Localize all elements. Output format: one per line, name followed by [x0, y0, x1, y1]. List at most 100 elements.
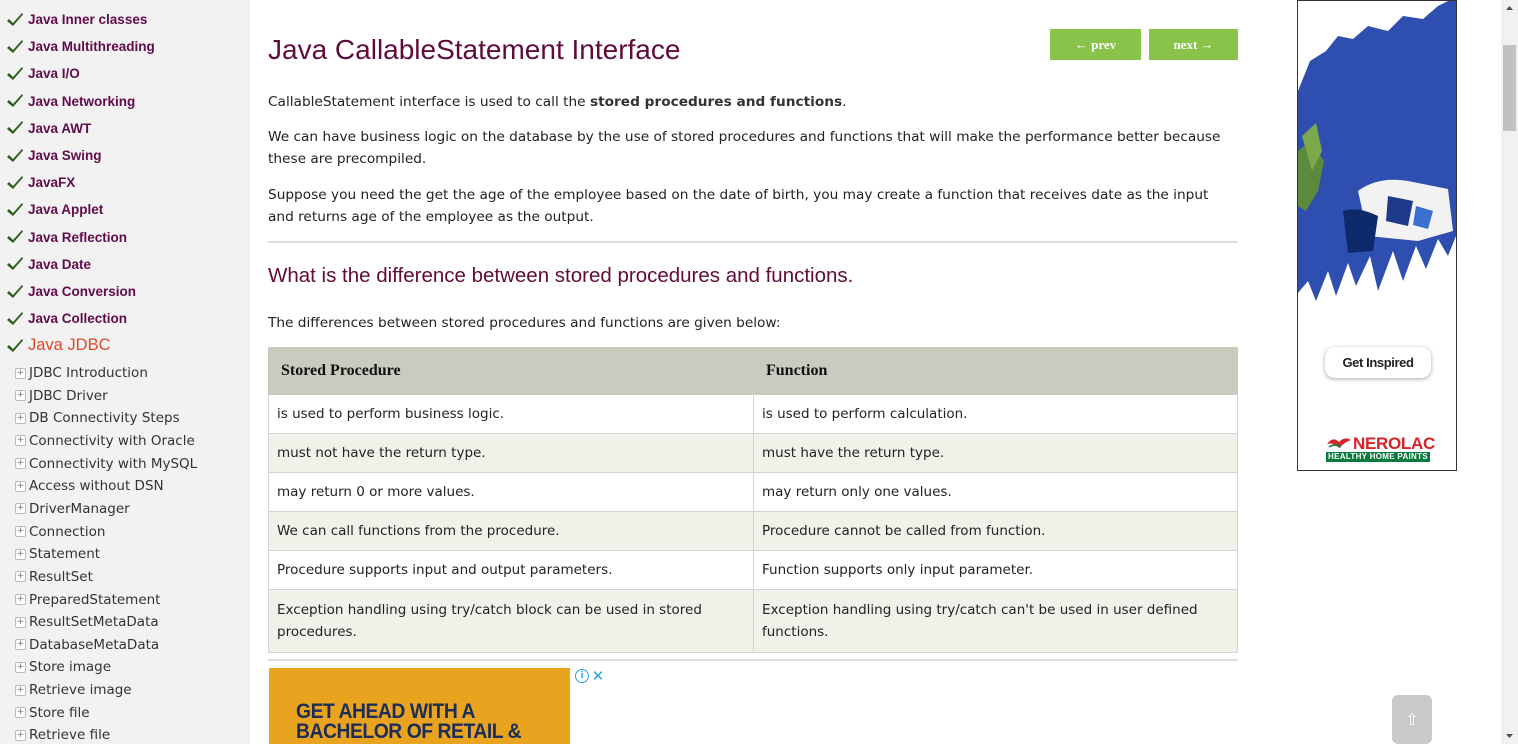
sidebar-item-label: Statement [29, 546, 101, 563]
section-intro: The differences between stored procedure… [268, 315, 781, 331]
table-cell: Function supports only input parameter. [753, 550, 1238, 590]
sidebar-item-label: PreparedStatement [29, 591, 161, 608]
sidebar-topic-java-collection[interactable]: Java Collection [6, 305, 127, 332]
table-row: Exception handling using try/catch block… [268, 589, 1238, 653]
sidebar-topic-label: Java I/O [28, 66, 80, 82]
checkmark-icon [6, 311, 24, 327]
checkmark-icon [6, 93, 24, 109]
table-cell: Procedure cannot be called from function… [753, 511, 1238, 551]
divider [268, 241, 1238, 243]
sidebar-topic-java-applet[interactable]: Java Applet [6, 196, 103, 223]
scroll-up-arrow-icon[interactable] [1501, 0, 1518, 17]
sidebar-topic-java-swing[interactable]: Java Swing [6, 142, 102, 169]
ad-info-icon[interactable]: i [575, 669, 589, 683]
sidebar-item-store-file[interactable]: + Store file [15, 702, 90, 724]
intro-end: . [842, 94, 847, 110]
expand-icon: + [15, 707, 26, 719]
scroll-to-top-button[interactable]: ⇧ [1392, 695, 1432, 744]
expand-icon: + [15, 729, 26, 741]
divider [268, 659, 1238, 661]
expand-icon: + [15, 367, 26, 379]
sidebar-item-retrieve-file[interactable]: + Retrieve file [15, 724, 110, 744]
sidebar-topic-java-date[interactable]: Java Date [6, 251, 91, 278]
expand-icon: + [15, 526, 26, 538]
nerolac-logo: NEROLAC HEALTHY HOME PAINTS [1325, 434, 1435, 464]
checkmark-icon [6, 338, 24, 354]
table-cell: is used to perform calculation. [753, 394, 1238, 434]
expand-icon: + [15, 458, 26, 470]
sidebar-topic-label: Java Networking [28, 93, 136, 109]
sidebar-topic-java-awt[interactable]: Java AWT [6, 115, 91, 142]
sidebar-item-store-image[interactable]: + Store image [15, 656, 111, 678]
sidebar-topic-java-networking[interactable]: Java Networking [6, 88, 135, 115]
page-title: Java CallableStatement Interface [268, 34, 681, 65]
sidebar-topic-java-inner-classes[interactable]: Java Inner classes [6, 6, 147, 33]
sidebar-item-retrieve-image[interactable]: + Retrieve image [15, 679, 132, 701]
right-ad-banner[interactable]: Get Inspired NEROLAC HEALTHY HOME PAINTS [1297, 0, 1457, 471]
table-header-function: Function [753, 347, 1238, 395]
sidebar-item-label: JDBC Introduction [29, 365, 148, 381]
expand-icon: + [15, 571, 26, 583]
sidebar-topic-label: Java Multithreading [28, 39, 155, 55]
table-cell: Exception handling using try/catch can't… [753, 589, 1238, 653]
scrollbar-thumb[interactable] [1503, 45, 1516, 131]
sidebar-item-connectivity-with-mysql[interactable]: + Connectivity with MySQL [15, 453, 197, 475]
prev-button[interactable]: ← prev [1050, 29, 1141, 60]
table-cell: We can call functions from the procedure… [268, 511, 754, 551]
bottom-ad-line2: BACHELOR OF RETAIL & [296, 720, 522, 743]
scroll-down-arrow-icon[interactable] [1501, 727, 1518, 744]
sidebar-topic-label: Java Reflection [28, 229, 128, 245]
expand-icon: + [15, 390, 26, 402]
sidebar-item-label: DatabaseMetaData [29, 636, 160, 653]
table-cell: must not have the return type. [268, 433, 754, 473]
checkmark-icon [6, 120, 24, 136]
sidebar-item-jdbc-introduction[interactable]: + JDBC Introduction [15, 362, 148, 384]
checkmark-icon [6, 12, 24, 28]
sidebar-item-access-without-dsn[interactable]: + Access without DSN [15, 475, 164, 497]
expand-icon: + [15, 684, 26, 696]
table-cell: may return 0 or more values. [268, 472, 754, 512]
sidebar-topic-java-multithreading[interactable]: Java Multithreading [6, 33, 155, 60]
checkmark-icon [6, 256, 24, 272]
sidebar-item-connection[interactable]: + Connection [15, 521, 105, 543]
bottom-ad-banner[interactable]: GET AHEAD WITH A BACHELOR OF RETAIL & [269, 668, 570, 744]
sidebar-topic-label: JavaFX [28, 175, 76, 191]
table-cell: Procedure supports input and output para… [268, 550, 754, 590]
sidebar-item-label: ResultSetMetaData [29, 614, 159, 631]
sidebar-topic-java-i-o[interactable]: Java I/O [6, 60, 80, 87]
sidebar-topic-java-reflection[interactable]: Java Reflection [6, 224, 127, 251]
sidebar-item-preparedstatement[interactable]: + PreparedStatement [15, 589, 160, 611]
paragraph-business-logic: We can have business logic on the databa… [268, 129, 1221, 167]
sidebar-item-label: JDBC Driver [29, 387, 108, 404]
sidebar-item-resultsetmetadata[interactable]: + ResultSetMetaData [15, 611, 159, 633]
sidebar-item-connectivity-with-oracle[interactable]: + Connectivity with Oracle [15, 430, 195, 452]
sidebar-item-drivermanager[interactable]: + DriverManager [15, 498, 130, 520]
sidebar-topic-java-conversion[interactable]: Java Conversion [6, 278, 136, 305]
sidebar-item-label: Connection [29, 523, 106, 540]
sidebar-item-databasemetadata[interactable]: + DatabaseMetaData [15, 634, 159, 656]
table-row: is used to perform business logic. is use… [268, 394, 1238, 434]
table-cell: may return only one values. [753, 472, 1238, 512]
sidebar-item-label: ResultSet [29, 568, 93, 585]
main-content: Java CallableStatement Interface ← prev … [268, 0, 1238, 744]
get-inspired-button[interactable]: Get Inspired [1325, 347, 1431, 378]
sidebar-topic-javafx[interactable]: JavaFX [6, 169, 75, 196]
sidebar-item-jdbc-driver[interactable]: + JDBC Driver [15, 385, 108, 407]
intro-bold-text: stored procedures and functions [589, 94, 843, 110]
scrollbar[interactable] [1501, 0, 1518, 744]
sidebar-item-resultset[interactable]: + ResultSet [15, 566, 93, 588]
sidebar-topic-java-jdbc[interactable]: Java JDBC [6, 332, 111, 359]
sidebar-topic-label: Java AWT [28, 120, 92, 136]
next-button[interactable]: next → [1149, 29, 1238, 60]
ad-close-icon[interactable]: ✕ [590, 668, 606, 684]
sidebar-item-label: DriverManager [29, 500, 130, 517]
bottom-ad-line1: GET AHEAD WITH A [296, 700, 476, 723]
sidebar-item-label: Retrieve file [29, 727, 111, 744]
sidebar-item-statement[interactable]: + Statement [15, 543, 100, 565]
sidebar-item-db-connectivity-steps[interactable]: + DB Connectivity Steps [15, 407, 180, 429]
nerolac-tagline: HEALTHY HOME PAINTS [1326, 452, 1430, 462]
comparison-table: Stored Procedure Function is used to per… [268, 347, 1238, 653]
nerolac-name: NEROLAC [1353, 434, 1435, 453]
expand-icon: + [15, 548, 26, 560]
table-cell: is used to perform business logic. [268, 394, 754, 434]
